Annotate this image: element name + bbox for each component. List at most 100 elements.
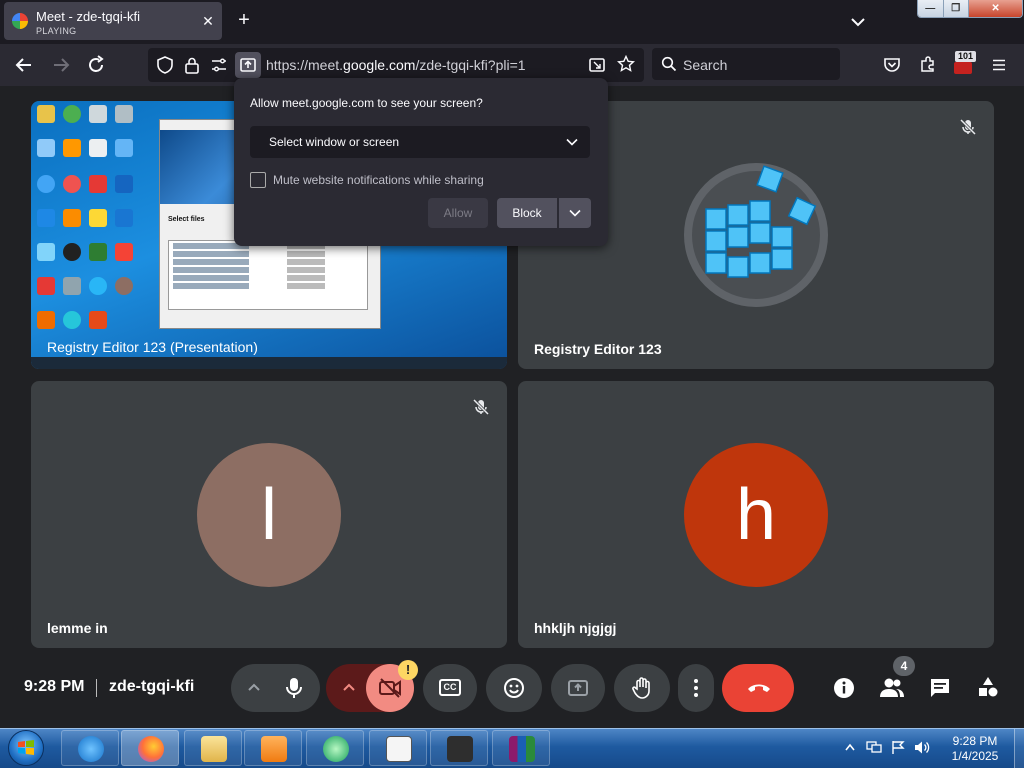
window-minimize-button[interactable]: — bbox=[918, 0, 944, 17]
creeper-icon bbox=[447, 736, 473, 762]
participant-tile-lemme-in[interactable]: l lemme in bbox=[31, 381, 507, 648]
minimize-icon: — bbox=[925, 3, 936, 14]
taskbar-file-explorer[interactable] bbox=[184, 730, 242, 766]
audio-options-chevron-up-icon[interactable] bbox=[245, 679, 263, 697]
screen: Meet - zde-tgqi-kfi PLAYING ✕ + — ❐ ✕ ht… bbox=[0, 0, 1024, 768]
show-hidden-icons-chevron-icon[interactable] bbox=[845, 743, 855, 751]
desktop-icon bbox=[37, 105, 55, 123]
desktop-icon bbox=[89, 105, 107, 123]
mic-off-icon bbox=[472, 398, 490, 416]
microphone-icon bbox=[286, 678, 302, 698]
browser-tab-bar: Meet - zde-tgqi-kfi PLAYING ✕ + — ❐ ✕ bbox=[0, 0, 1024, 44]
desktop-icon bbox=[89, 243, 107, 261]
extensions-puzzle-icon[interactable] bbox=[919, 55, 937, 73]
desktop-icon bbox=[89, 311, 107, 329]
microphone-button[interactable] bbox=[268, 664, 320, 712]
taskbar-minecraft[interactable] bbox=[430, 730, 488, 766]
taskbar-firefox[interactable] bbox=[121, 730, 179, 766]
winrar-icon bbox=[509, 736, 535, 762]
desktop-icon bbox=[115, 243, 133, 261]
present-screen-icon bbox=[568, 680, 588, 696]
allow-button[interactable]: Allow bbox=[428, 198, 488, 228]
desktop-icon bbox=[115, 175, 133, 193]
end-call-icon bbox=[748, 684, 770, 692]
ublock-extension-icon[interactable] bbox=[954, 62, 972, 74]
avatar: l bbox=[197, 443, 341, 587]
lock-icon[interactable] bbox=[183, 56, 201, 74]
meeting-code: zde-tgqi-kfi bbox=[109, 678, 195, 695]
forward-arrow-icon[interactable] bbox=[50, 54, 72, 76]
windows-logo-icon bbox=[18, 740, 34, 755]
volume-speaker-icon[interactable] bbox=[914, 740, 930, 755]
window-or-screen-select[interactable]: Select window or screen bbox=[250, 126, 590, 158]
captions-button[interactable]: CC bbox=[423, 664, 477, 712]
raise-hand-button[interactable] bbox=[614, 664, 670, 712]
participant-tile-hhkljh[interactable]: h hhkljh njgjgj bbox=[518, 381, 994, 648]
taskbar-internet-explorer[interactable] bbox=[61, 730, 119, 766]
new-tab-button[interactable]: + bbox=[234, 10, 254, 30]
chat-icon[interactable] bbox=[929, 677, 951, 699]
list-all-tabs-chevron-icon[interactable] bbox=[848, 12, 868, 32]
taskbar-winrar[interactable] bbox=[492, 730, 550, 766]
warning-badge: ! bbox=[398, 660, 418, 680]
taskbar-app-green[interactable] bbox=[306, 730, 364, 766]
start-button[interactable] bbox=[8, 730, 44, 766]
tile-name: lemme in bbox=[47, 620, 108, 636]
bookmark-star-icon[interactable] bbox=[617, 55, 635, 73]
camera-off-icon bbox=[379, 678, 401, 698]
desktop-icon bbox=[63, 243, 81, 261]
firefox-icon bbox=[138, 736, 164, 762]
tab-playing-status: PLAYING bbox=[36, 26, 77, 36]
more-options-button[interactable] bbox=[678, 664, 714, 712]
pocket-icon[interactable] bbox=[883, 56, 901, 74]
block-options-button[interactable] bbox=[559, 198, 591, 228]
desktop-icon bbox=[37, 277, 55, 295]
network-icon[interactable] bbox=[866, 740, 882, 754]
desktop-icon bbox=[37, 175, 55, 193]
window-controls: — ❐ ✕ bbox=[917, 0, 1023, 18]
sharing-indicator-icon[interactable] bbox=[588, 56, 606, 74]
tab-close-icon[interactable]: ✕ bbox=[200, 13, 216, 29]
registry-editor-cubes-icon bbox=[684, 163, 828, 307]
tile-name: hhkljh njgjgj bbox=[534, 620, 617, 636]
leave-call-button[interactable] bbox=[722, 664, 794, 712]
emoji-icon bbox=[504, 678, 524, 698]
meeting-info-icon[interactable] bbox=[832, 676, 856, 700]
desktop-icon bbox=[37, 209, 55, 227]
people-icon[interactable] bbox=[879, 677, 905, 699]
restore-icon: ❐ bbox=[951, 3, 961, 14]
back-arrow-icon[interactable] bbox=[13, 54, 35, 76]
desktop-icon bbox=[63, 139, 81, 157]
taskbar-media-player[interactable] bbox=[244, 730, 302, 766]
popup-title: Allow meet.google.com to see your screen… bbox=[250, 96, 483, 110]
url-text[interactable]: https://meet.google.com/zde-tgqi-kfi?pli… bbox=[266, 57, 526, 73]
hamburger-menu-icon[interactable] bbox=[990, 56, 1008, 74]
video-options-chevron-up-icon[interactable] bbox=[340, 679, 358, 697]
screen-share-permission-button[interactable] bbox=[235, 52, 261, 78]
desktop-icon bbox=[37, 311, 55, 329]
block-button[interactable]: Block bbox=[497, 198, 557, 228]
people-count-badge: 4 bbox=[893, 656, 915, 676]
taskbar-document-viewer[interactable] bbox=[369, 730, 427, 766]
taskbar-clock[interactable]: 9:28 PM 1/4/2025 bbox=[940, 734, 1010, 764]
desktop-icon bbox=[115, 277, 133, 295]
browser-tab-meet[interactable]: Meet - zde-tgqi-kfi PLAYING ✕ bbox=[4, 2, 222, 40]
activities-icon[interactable] bbox=[977, 676, 999, 698]
url-path: /zde-tgqi-kfi?pli=1 bbox=[415, 57, 526, 73]
action-center-flag-icon[interactable] bbox=[891, 740, 905, 755]
permissions-icon[interactable] bbox=[210, 56, 228, 74]
mute-notifications-checkbox[interactable] bbox=[250, 172, 266, 188]
list-item bbox=[173, 259, 363, 265]
tracking-protection-shield-icon[interactable] bbox=[156, 56, 174, 74]
dialog-heading: Select files bbox=[168, 216, 205, 223]
desktop-icon bbox=[37, 243, 55, 261]
document-icon bbox=[386, 736, 412, 762]
window-restore-button[interactable]: ❐ bbox=[943, 0, 970, 17]
reload-icon[interactable] bbox=[85, 54, 107, 76]
present-screen-button[interactable] bbox=[551, 664, 605, 712]
list-item bbox=[173, 251, 363, 257]
show-desktop-button[interactable] bbox=[1014, 729, 1024, 768]
window-close-button[interactable]: ✕ bbox=[969, 0, 1022, 17]
search-bar[interactable] bbox=[652, 48, 840, 80]
reactions-button[interactable] bbox=[486, 664, 542, 712]
